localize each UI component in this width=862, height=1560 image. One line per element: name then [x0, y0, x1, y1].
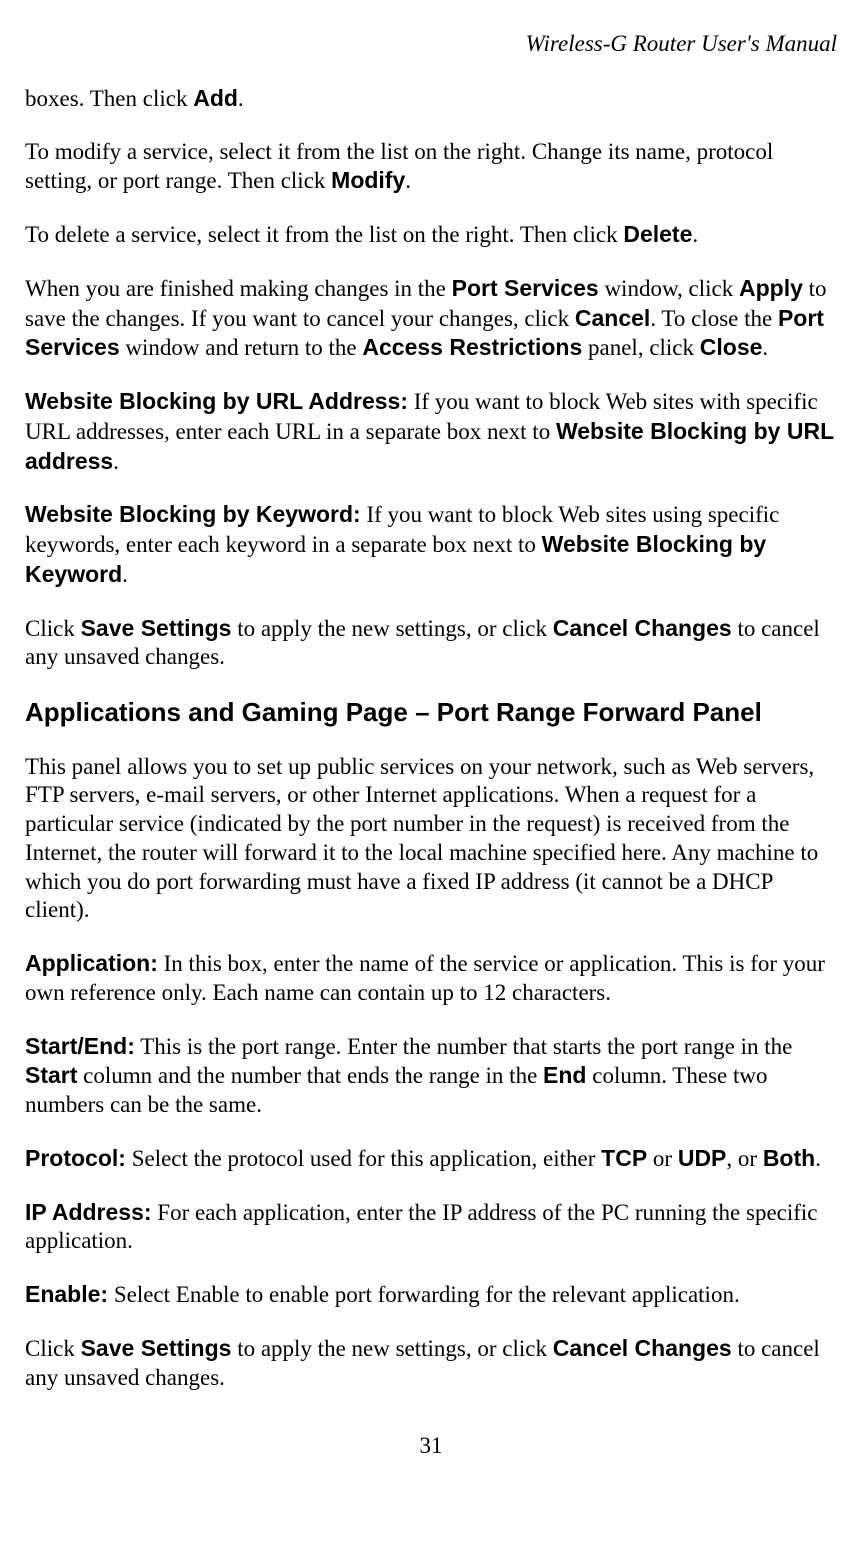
text: To delete a service, select it from the … — [25, 222, 623, 247]
text: to apply the new settings, or click — [231, 1336, 552, 1361]
bold-enable: Enable: — [25, 1281, 108, 1307]
text: . — [238, 86, 244, 111]
bold-cancel-changes-2: Cancel Changes — [553, 1335, 732, 1361]
text: When you are finished making changes in … — [25, 276, 452, 301]
bold-save-settings: Save Settings — [81, 615, 232, 641]
text: . — [405, 168, 411, 193]
text: . — [113, 449, 119, 474]
page-number: 31 — [25, 1432, 837, 1461]
bold-udp: UDP — [678, 1145, 727, 1171]
paragraph-modify: To modify a service, select it from the … — [25, 138, 837, 197]
paragraph-keyword-blocking: Website Blocking by Keyword: If you want… — [25, 500, 837, 589]
bold-url-heading: Website Blocking by URL Address: — [25, 388, 408, 414]
text: column and the number that ends the rang… — [77, 1063, 543, 1088]
text: . — [815, 1146, 821, 1171]
text: window, click — [599, 276, 739, 301]
bold-delete: Delete — [623, 221, 692, 247]
bold-both: Both — [763, 1145, 815, 1171]
bold-application: Application: — [25, 950, 158, 976]
bold-add: Add — [193, 85, 238, 111]
bold-apply: Apply — [739, 275, 803, 301]
bold-start-end: Start/End: — [25, 1033, 135, 1059]
bold-ip-address: IP Address: — [25, 1199, 152, 1225]
bold-modify: Modify — [331, 167, 405, 193]
bold-keyword-heading: Website Blocking by Keyword: — [25, 501, 361, 527]
bold-port-services: Port Services — [452, 275, 599, 301]
bold-save-settings-2: Save Settings — [81, 1335, 232, 1361]
paragraph-start-end: Start/End: This is the port range. Enter… — [25, 1032, 837, 1120]
paragraph-save-2: Click Save Settings to apply the new set… — [25, 1334, 837, 1393]
text: boxes. Then click — [25, 86, 193, 111]
paragraph-enable: Enable: Select Enable to enable port for… — [25, 1280, 837, 1310]
text: , or — [726, 1146, 762, 1171]
text: or — [647, 1146, 678, 1171]
text: . — [122, 562, 128, 587]
text: . To close the — [650, 306, 778, 331]
text: Click — [25, 616, 81, 641]
text: Click — [25, 1336, 81, 1361]
bold-cancel-changes: Cancel Changes — [553, 615, 732, 641]
paragraph-ip-address: IP Address: For each application, enter … — [25, 1198, 837, 1257]
bold-protocol: Protocol: — [25, 1145, 126, 1171]
text: . — [692, 222, 698, 247]
paragraph-add: boxes. Then click Add. — [25, 84, 837, 114]
text: This is the port range. Enter the number… — [135, 1034, 792, 1059]
bold-cancel: Cancel — [575, 305, 650, 331]
section-heading: Applications and Gaming Page – Port Rang… — [25, 696, 837, 729]
paragraph-protocol: Protocol: Select the protocol used for t… — [25, 1144, 837, 1174]
text: Select the protocol used for this applic… — [126, 1146, 601, 1171]
paragraph-port-services: When you are finished making changes in … — [25, 274, 837, 363]
bold-tcp: TCP — [601, 1145, 647, 1171]
text: window and return to the — [120, 335, 363, 360]
paragraph-application: Application: In this box, enter the name… — [25, 949, 837, 1008]
bold-close: Close — [700, 334, 763, 360]
paragraph-panel-description: This panel allows you to set up public s… — [25, 753, 837, 926]
text: Select Enable to enable port forwarding … — [108, 1282, 740, 1307]
bold-start: Start — [25, 1062, 77, 1088]
text: panel, click — [582, 335, 700, 360]
text: to apply the new settings, or click — [231, 616, 552, 641]
paragraph-url-blocking: Website Blocking by URL Address: If you … — [25, 387, 837, 476]
document-header-title: Wireless-G Router User's Manual — [25, 30, 837, 59]
bold-access-restrictions: Access Restrictions — [362, 334, 582, 360]
paragraph-delete: To delete a service, select it from the … — [25, 220, 837, 250]
paragraph-save-1: Click Save Settings to apply the new set… — [25, 614, 837, 673]
bold-end: End — [543, 1062, 586, 1088]
text: . — [762, 335, 768, 360]
